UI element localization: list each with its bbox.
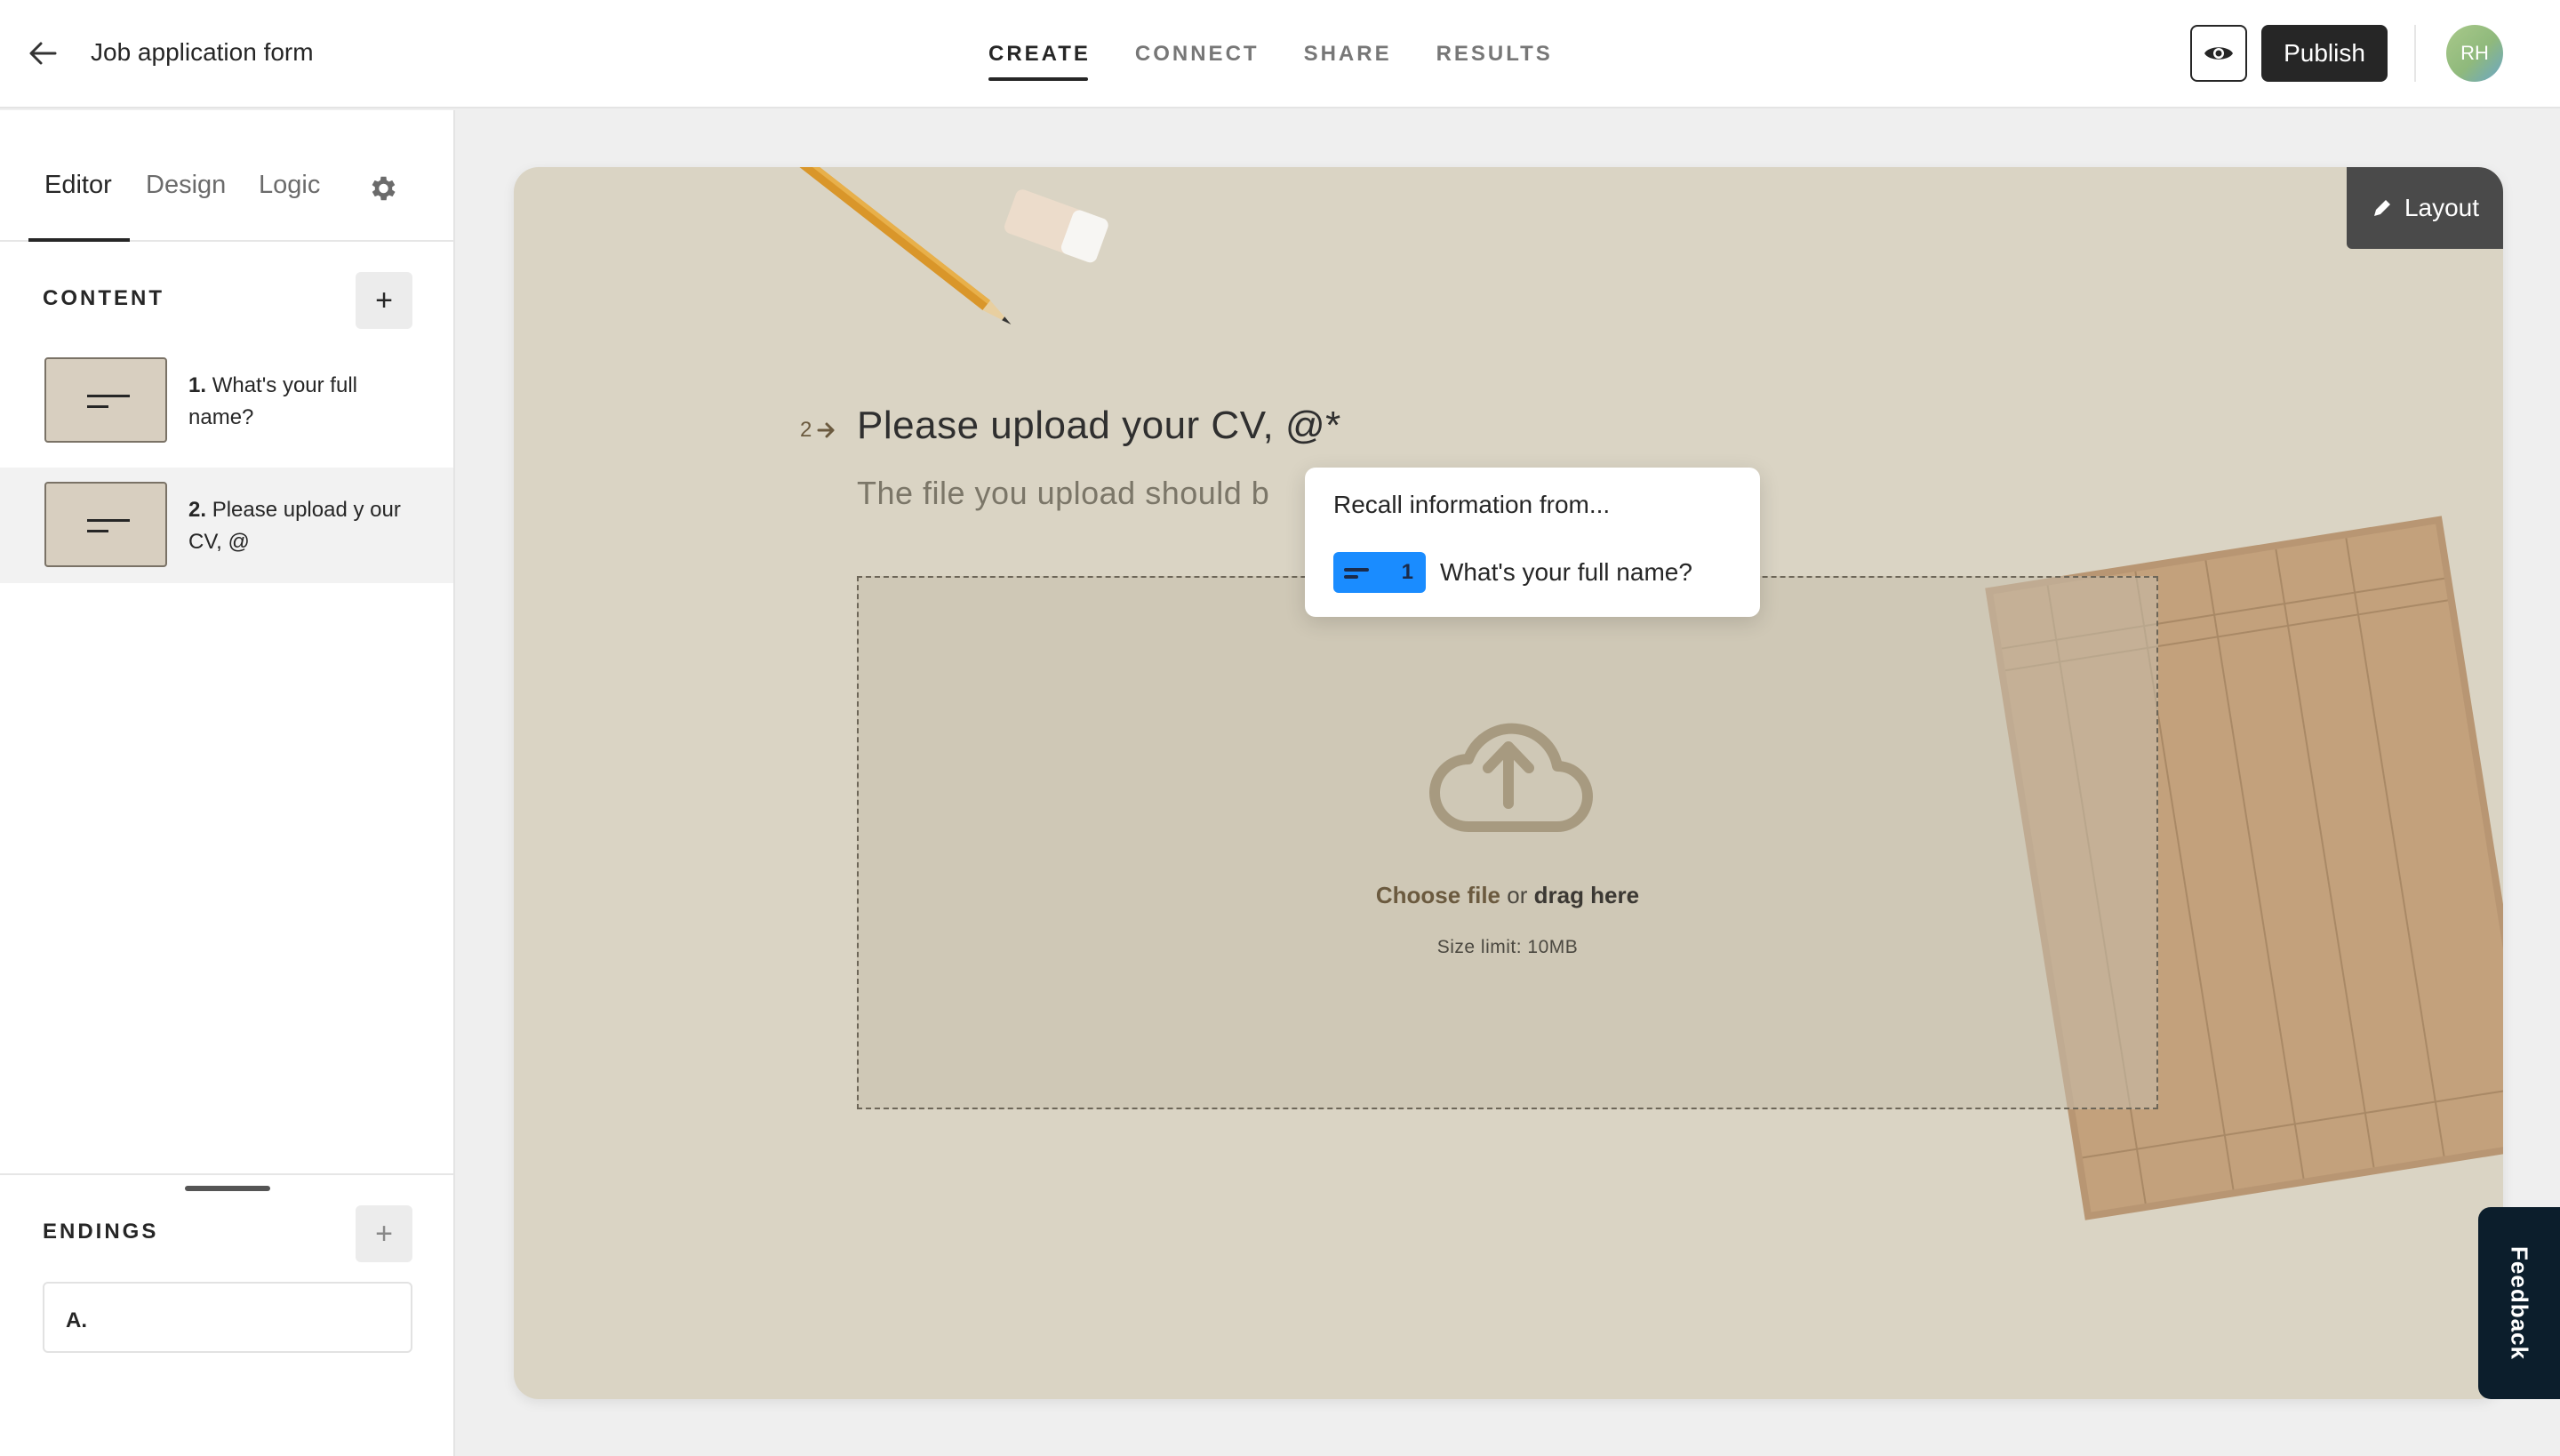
endings-divider bbox=[0, 1173, 453, 1175]
file-upload-icon bbox=[44, 482, 167, 567]
sidebar-tabs: Editor Design Logic bbox=[0, 110, 453, 242]
question-number: 2 bbox=[800, 418, 836, 443]
publish-button[interactable]: Publish bbox=[2261, 25, 2388, 82]
plus-icon: + bbox=[375, 283, 393, 317]
feedback-tab[interactable]: Feedback bbox=[2478, 1207, 2560, 1399]
feedback-label: Feedback bbox=[2506, 1246, 2533, 1360]
tab-editor[interactable]: Editor bbox=[44, 171, 112, 200]
add-content-button[interactable]: + bbox=[356, 272, 412, 329]
gear-icon[interactable] bbox=[366, 172, 398, 204]
layout-label: Layout bbox=[2404, 194, 2480, 221]
back-arrow-icon[interactable] bbox=[25, 36, 60, 71]
tab-logic[interactable]: Logic bbox=[259, 171, 320, 200]
arrow-right-icon bbox=[817, 422, 835, 438]
tab-share[interactable]: SHARE bbox=[1304, 0, 1392, 108]
eye-icon bbox=[2204, 47, 2233, 60]
recall-option-label: What's your full name? bbox=[1440, 558, 1692, 586]
short-text-icon: 1 bbox=[1333, 552, 1426, 593]
sidebar: Editor Design Logic CONTENT + 1. What's … bbox=[0, 110, 455, 1456]
plus-icon: + bbox=[375, 1216, 393, 1251]
recall-popup-title: Recall information from... bbox=[1333, 491, 1611, 518]
layout-button[interactable]: Layout bbox=[2347, 167, 2503, 249]
recall-option-1[interactable]: 1 What's your full name? bbox=[1333, 551, 1692, 594]
endings-section-title: ENDINGS bbox=[43, 1220, 159, 1244]
size-limit-text: Size limit: 10MB bbox=[1436, 937, 1579, 957]
pencil-icon bbox=[2373, 200, 2390, 216]
tab-create[interactable]: CREATE bbox=[988, 0, 1091, 108]
top-bar: Job application form CREATE CONNECT SHAR… bbox=[0, 0, 2560, 108]
form-title[interactable]: Job application form bbox=[91, 38, 314, 67]
question-description[interactable]: The file you upload should b bbox=[857, 475, 1269, 512]
cloud-upload-icon bbox=[1429, 723, 1593, 832]
tab-results[interactable]: RESULTS bbox=[1436, 0, 1553, 108]
question-item-1[interactable]: 1. What's your full name? bbox=[0, 343, 453, 459]
ending-item[interactable]: A. bbox=[43, 1282, 412, 1353]
active-tab-indicator bbox=[28, 238, 130, 242]
avatar[interactable]: RH bbox=[2446, 25, 2503, 82]
dropzone-text: Choose file or drag here bbox=[1375, 882, 1640, 908]
eraser-illustration bbox=[1004, 189, 1108, 263]
short-text-icon bbox=[44, 357, 167, 443]
recall-popup: Recall information from... 1 What's your… bbox=[1305, 468, 1760, 617]
question-title[interactable]: Please upload your CV, @* bbox=[857, 404, 1341, 448]
add-ending-button[interactable]: + bbox=[356, 1205, 412, 1262]
content-section-title: CONTENT bbox=[43, 286, 164, 310]
main-nav: CREATE CONNECT SHARE RESULTS bbox=[988, 0, 1553, 108]
header-divider bbox=[2414, 25, 2416, 82]
resize-handle[interactable] bbox=[185, 1186, 270, 1191]
form-canvas: Layout 2 Please upload your CV, @* The f… bbox=[514, 167, 2503, 1399]
question-label: 2. Please upload y our CV, @ bbox=[188, 498, 401, 554]
question-item-2[interactable]: 2. Please upload y our CV, @ bbox=[0, 468, 453, 583]
choose-file-link[interactable]: Choose file bbox=[1376, 882, 1500, 908]
drag-here-text: drag here bbox=[1533, 882, 1640, 908]
tab-connect[interactable]: CONNECT bbox=[1135, 0, 1260, 108]
file-dropzone[interactable]: Choose file or drag here Size limit: 10M… bbox=[857, 576, 2158, 1109]
tab-design[interactable]: Design bbox=[146, 171, 226, 200]
preview-button[interactable] bbox=[2190, 25, 2247, 82]
question-label: 1. What's your full name? bbox=[188, 373, 357, 429]
